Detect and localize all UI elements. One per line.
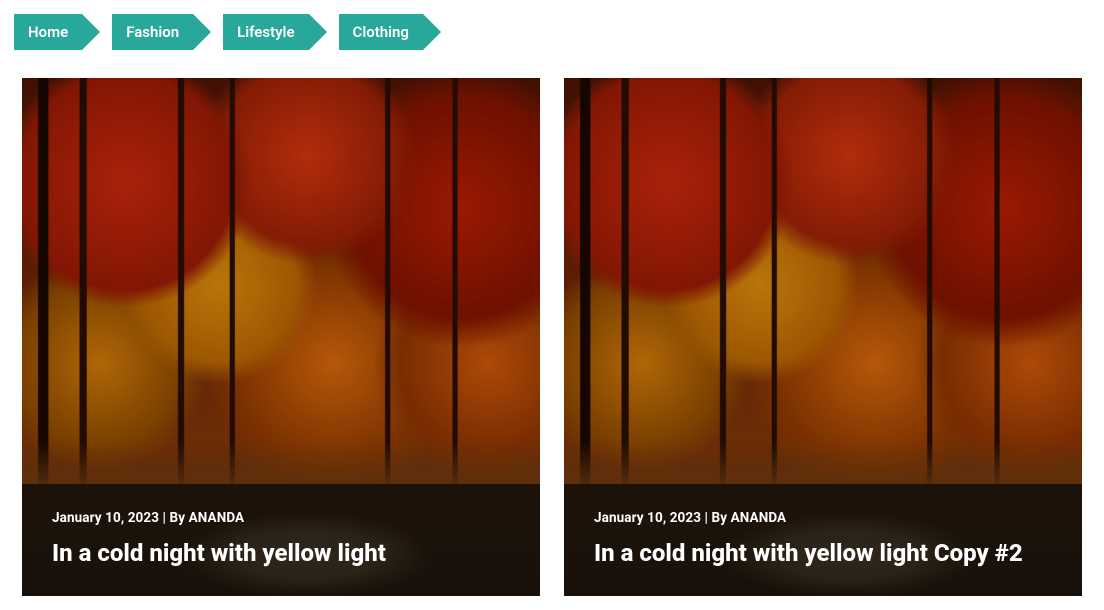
post-meta: January 10, 2023 | By ANANDA (52, 510, 510, 526)
breadcrumb-item-lifestyle[interactable]: Lifestyle (223, 14, 308, 50)
breadcrumb-label: Fashion (126, 23, 179, 41)
post-by-prefix: By (170, 510, 186, 526)
post-meta: January 10, 2023 | By ANANDA (594, 510, 1052, 526)
post-date: January 10, 2023 (52, 510, 159, 526)
post-card[interactable]: January 10, 2023 | By ANANDA In a cold n… (22, 78, 540, 596)
post-overlay: January 10, 2023 | By ANANDA In a cold n… (564, 484, 1082, 596)
breadcrumb-label: Clothing (353, 23, 409, 41)
breadcrumb-item-home[interactable]: Home (14, 14, 82, 50)
post-date: January 10, 2023 (594, 510, 701, 526)
breadcrumb-item-clothing[interactable]: Clothing (339, 14, 423, 50)
meta-separator: | (701, 510, 711, 526)
post-title: In a cold night with yellow light Copy #… (594, 538, 1052, 568)
breadcrumb-item-fashion[interactable]: Fashion (112, 14, 193, 50)
card-grid: January 10, 2023 | By ANANDA In a cold n… (14, 78, 1090, 596)
meta-separator: | (159, 510, 169, 526)
post-overlay: January 10, 2023 | By ANANDA In a cold n… (22, 484, 540, 596)
breadcrumb-label: Home (28, 23, 68, 41)
post-card[interactable]: January 10, 2023 | By ANANDA In a cold n… (564, 78, 1082, 596)
post-title: In a cold night with yellow light (52, 538, 510, 568)
post-author: ANANDA (731, 510, 787, 526)
breadcrumb-label: Lifestyle (237, 23, 294, 41)
post-author: ANANDA (189, 510, 245, 526)
post-by-prefix: By (712, 510, 728, 526)
breadcrumb: Home Fashion Lifestyle Clothing (14, 14, 1090, 50)
